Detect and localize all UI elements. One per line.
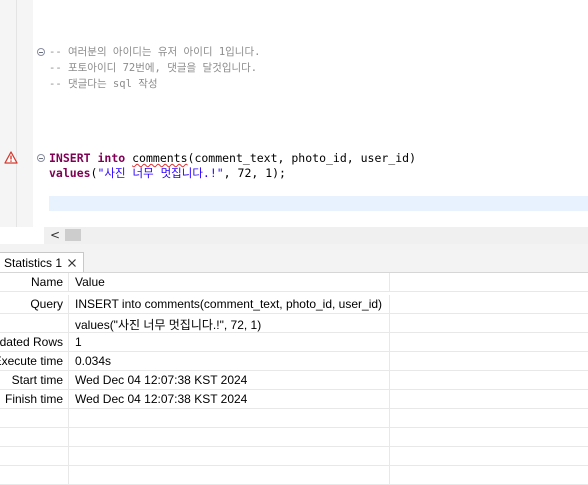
table-row[interactable]: Start time Wed Dec 04 12:07:38 KST 2024: [0, 371, 588, 390]
cell-name: Query: [0, 295, 69, 314]
empty-row: [0, 447, 588, 466]
empty-row: [0, 428, 588, 447]
cell-name: [0, 409, 69, 428]
cell-name: Updated Rows: [0, 333, 69, 352]
column-header-value[interactable]: Value: [69, 273, 390, 292]
cell-name: [0, 466, 69, 485]
cell-value: INSERT into comments(comment_text, photo…: [69, 295, 390, 314]
cell-value: Wed Dec 04 12:07:38 KST 2024: [69, 371, 390, 390]
column-header-name[interactable]: Name: [0, 273, 69, 292]
cell-value: [69, 447, 390, 466]
tab-statistics-1[interactable]: Statistics 1: [0, 252, 84, 272]
cell-value: Wed Dec 04 12:07:38 KST 2024: [69, 390, 390, 409]
values-rest: , 72, 1);: [223, 166, 286, 180]
scroll-left-arrow-icon[interactable]: <: [50, 227, 62, 244]
cell-value: [69, 409, 390, 428]
table-row[interactable]: values("사진 너무 멋집니다.!", 72, 1): [0, 314, 588, 333]
cell-value: [69, 466, 390, 485]
statistics-grid: Name Value Query INSERT into comments(co…: [0, 273, 588, 485]
cell-name: Start time: [0, 371, 69, 390]
empty-row: [0, 409, 588, 428]
code-comment-line-2: -- 포토아이디 72번에, 댓글을 달것입니다.: [49, 62, 258, 74]
grid-header-row: Name Value: [0, 273, 588, 292]
table-row[interactable]: Updated Rows 1: [0, 333, 588, 352]
code-values-line: values("사진 너무 멋집니다.!", 72, 1);: [49, 166, 286, 181]
sql-keyword-values: values: [49, 166, 91, 180]
code-insert-line: INSERT into comments(comment_text, photo…: [49, 151, 416, 166]
cell-value: [69, 428, 390, 447]
table-row[interactable]: Finish time Wed Dec 04 12:07:38 KST 2024: [0, 390, 588, 409]
current-line-highlight: [49, 196, 588, 211]
cell-value: 0.034s: [69, 352, 390, 371]
string-literal: "사진 너무 멋집니다.!": [97, 166, 224, 180]
tab-label: Statistics 1: [4, 256, 63, 270]
cell-name: Finish time: [0, 390, 69, 409]
fold-collapse-icon[interactable]: [37, 154, 45, 162]
cell-name: Execute time: [0, 352, 69, 371]
panel-divider[interactable]: [0, 244, 588, 252]
code-comment-line-1: -- 여러분의 아이디는 유저 아이디 1입니다.: [49, 46, 261, 58]
results-tab-bar: Statistics 1: [0, 252, 588, 273]
scrollbar-thumb[interactable]: [65, 229, 81, 241]
code-comment-line-3: -- 댓글다는 sql 작성: [49, 78, 158, 90]
gutter-divider: [16, 0, 17, 229]
table-row[interactable]: Execute time 0.034s: [0, 352, 588, 371]
fold-collapse-icon[interactable]: [37, 48, 45, 56]
column-list: (comment_text, photo_id, user_id): [187, 151, 416, 165]
sql-editor[interactable]: -- 여러분의 아이디는 유저 아이디 1입니다. -- 포토아이디 72번에,…: [0, 0, 588, 229]
gutter-spacer: [0, 227, 44, 244]
cell-value: values("사진 너무 멋집니다.!", 72, 1): [69, 314, 390, 333]
horizontal-scrollbar[interactable]: <: [44, 227, 588, 244]
empty-row: [0, 466, 588, 485]
sql-keyword-insert: INSERT: [49, 151, 91, 165]
cell-name: [0, 447, 69, 466]
sql-keyword-into: into: [97, 151, 126, 165]
cell-name: [0, 428, 69, 447]
table-name-error: comments: [132, 151, 188, 165]
cell-value: 1: [69, 333, 390, 352]
warning-triangle-icon[interactable]: [4, 151, 18, 164]
close-icon[interactable]: [66, 257, 78, 269]
table-row[interactable]: Query INSERT into comments(comment_text,…: [0, 295, 588, 314]
cell-name: [0, 314, 69, 333]
